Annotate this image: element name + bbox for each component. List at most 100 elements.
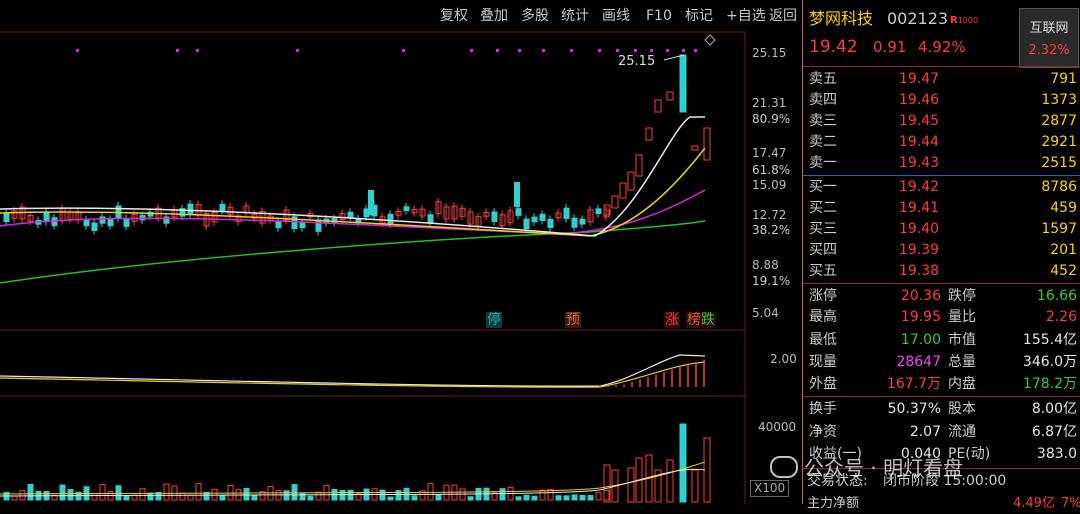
toolbar-item[interactable]: 统计 — [561, 6, 589, 26]
ask-row[interactable]: 卖二 19.44 2921 — [803, 132, 1080, 152]
level-price: 19.46 — [899, 92, 940, 108]
price-level: 12.72 — [752, 208, 787, 222]
toolbar-item[interactable]: +自选 — [726, 6, 766, 26]
signal-dot — [598, 49, 601, 52]
price-level: 5.04 — [752, 306, 779, 320]
candle-body — [531, 216, 538, 223]
volume-bar — [515, 496, 522, 501]
signal-dot — [694, 49, 697, 52]
volume-bar — [251, 495, 258, 501]
signal-dot — [542, 49, 545, 52]
toolbar-item[interactable]: 叠加 — [480, 6, 508, 26]
kline-chart[interactable] — [0, 0, 800, 504]
level-label: 买五 — [809, 263, 837, 279]
macd-level: 2.00 — [770, 352, 797, 366]
level-price: 19.47 — [899, 71, 940, 87]
price-change: 0.91 — [873, 38, 907, 56]
candle-body — [368, 190, 374, 215]
candle-body — [91, 222, 98, 232]
level-label: 卖二 — [809, 134, 837, 150]
bid-row[interactable]: 买一 19.42 8786 — [803, 177, 1080, 197]
volume-bar — [523, 494, 530, 501]
signal-dot — [296, 49, 299, 52]
toolbar-item[interactable]: 多股 — [521, 6, 549, 26]
event-tag[interactable]: 停 — [486, 312, 502, 328]
peak-price-label: 25.15 — [618, 54, 656, 69]
quote-stat-row: 最高 19.95 量比 2.26 — [809, 309, 1077, 325]
sector-name: 互联网 — [1029, 21, 1069, 36]
volume-bar — [59, 484, 66, 501]
level-price: 19.44 — [899, 134, 940, 150]
candle-body — [3, 212, 10, 223]
ask-row[interactable]: 卖四 19.46 1373 — [803, 90, 1080, 110]
toolbar-item[interactable]: 返回 — [769, 6, 797, 26]
toolbar-item[interactable]: 画线 — [602, 6, 630, 26]
volume-bar — [123, 495, 130, 501]
sector-box[interactable]: 互联网 2.32% — [1019, 8, 1079, 68]
ask-row[interactable]: 卖三 19.45 2877 — [803, 111, 1080, 131]
level-volume: 8786 — [1041, 179, 1077, 195]
candle-body — [387, 213, 394, 225]
price-level: 25.15 — [752, 46, 787, 60]
level-label: 买三 — [809, 221, 837, 237]
level-price: 19.45 — [899, 113, 940, 129]
volume-bar — [147, 492, 154, 501]
candle-body — [563, 207, 570, 219]
ask-row[interactable]: 卖一 19.43 2515 — [803, 153, 1080, 173]
signal-dot — [196, 49, 199, 52]
event-tag[interactable]: 涨 — [664, 312, 680, 328]
signal-dot — [470, 49, 473, 52]
level-volume: 459 — [1050, 200, 1077, 216]
volume-bar — [579, 494, 586, 501]
price-level: 15.09 — [752, 178, 787, 192]
stock-name: 梦网科技 — [809, 9, 874, 28]
bid-row[interactable]: 买五 19.38 452 — [803, 261, 1080, 281]
signal-dot — [176, 49, 179, 52]
toolbar-item[interactable]: F10 — [646, 6, 672, 26]
volume-bar — [291, 484, 298, 501]
volume-bar — [307, 495, 314, 501]
level-price: 19.43 — [899, 155, 940, 171]
candle-body — [491, 211, 498, 222]
price-change-pct: 4.92% — [918, 38, 966, 56]
candle-body — [514, 182, 520, 207]
signal-dot — [650, 49, 653, 52]
signal-dot — [402, 49, 405, 52]
candle-body — [523, 218, 530, 230]
fib-level: 61.8% — [752, 163, 791, 177]
bid-row[interactable]: 买四 19.39 201 — [803, 240, 1080, 260]
level-volume: 2515 — [1041, 155, 1077, 171]
candle-body — [579, 218, 586, 225]
level-volume: 2877 — [1041, 113, 1077, 129]
price-level: 21.31 — [752, 96, 787, 110]
candle-body — [299, 222, 306, 229]
bid-row[interactable]: 买二 19.41 459 — [803, 198, 1080, 218]
volume-bar — [339, 490, 346, 501]
bid-row[interactable]: 买三 19.40 1597 — [803, 219, 1080, 239]
candle-body — [83, 219, 90, 227]
ask-row[interactable]: 卖五 19.47 791 — [803, 69, 1080, 89]
event-tag[interactable]: 跌 — [700, 312, 716, 328]
candle-body — [219, 203, 226, 212]
event-tag[interactable]: 预 — [565, 312, 581, 328]
level-volume: 2921 — [1041, 134, 1077, 150]
toolbar-item[interactable]: 复权 — [440, 6, 468, 26]
quote-panel: 梦网科技 002123 R1000 19.42 0.91 4.92% 互联网 2… — [802, 0, 1080, 511]
candle-body — [427, 214, 434, 224]
level-price: 19.41 — [899, 200, 940, 216]
signal-dot — [496, 49, 499, 52]
candle-body — [275, 221, 282, 229]
volume-bar — [283, 490, 290, 501]
volume-bar — [411, 495, 418, 501]
candle-body — [403, 206, 410, 212]
volume-bar — [387, 496, 394, 501]
candle-body — [107, 218, 114, 227]
toolbar-item[interactable]: 标记 — [685, 6, 713, 26]
fib-level: 80.9% — [752, 112, 791, 126]
signal-dot — [570, 49, 573, 52]
fib-level: 38.2% — [752, 223, 791, 237]
candle-body — [539, 213, 546, 221]
volume-bar — [243, 487, 250, 501]
wechat-icon — [770, 456, 798, 478]
quote-stat-row: 换手 50.37% 股本 8.00亿 — [809, 401, 1077, 417]
